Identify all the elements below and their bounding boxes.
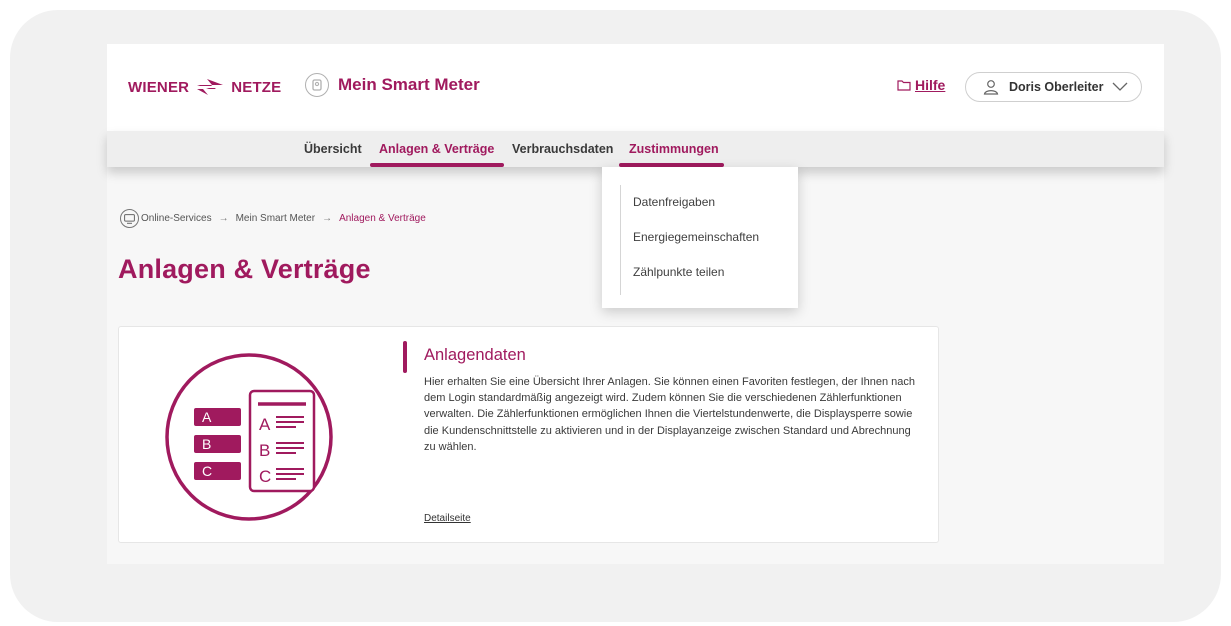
nav-item-anlagen-vertraege[interactable]: Anlagen & Verträge: [379, 142, 494, 156]
wiener-netze-logo[interactable]: WIENER NETZE: [128, 76, 281, 98]
header-bar: WIENER NETZE Mein Smart Meter Hilfe Dori…: [107, 44, 1164, 131]
doc-letter-a: A: [259, 415, 271, 434]
illustration-letter-c: C: [202, 463, 212, 479]
breadcrumb-item-current: Anlagen & Verträge: [339, 213, 426, 224]
logo-text-right: NETZE: [231, 78, 282, 96]
nav-item-verbrauchsdaten[interactable]: Verbrauchsdaten: [512, 142, 613, 156]
illustration-letter-a: A: [202, 409, 212, 425]
doc-letter-c: C: [259, 467, 271, 486]
card-accent-bar: [403, 341, 407, 373]
card-title: Anlagendaten: [424, 346, 526, 364]
breadcrumb: Online-Services → Mein Smart Meter → Anl…: [120, 209, 426, 228]
breadcrumb-item-online-services[interactable]: Online-Services: [141, 213, 212, 224]
contract-list-illustration-icon: A B C A B C: [165, 353, 333, 521]
chevron-down-icon: [1113, 82, 1128, 91]
dropdown-item-zaehlpunkte-teilen[interactable]: Zählpunkte teilen: [633, 265, 724, 279]
arrow-right-icon: →: [218, 213, 229, 224]
zustimmungen-dropdown: Datenfreigaben Energiegemeinschaften Zäh…: [602, 167, 798, 308]
card-description: Hier erhalten Sie eine Übersicht Ihrer A…: [424, 376, 916, 453]
user-name: Doris Oberleiter: [1009, 80, 1104, 94]
nav-item-uebersicht[interactable]: Übersicht: [304, 142, 362, 156]
arrow-right-icon: →: [322, 213, 333, 224]
nav-item-zustimmungen[interactable]: Zustimmungen: [629, 142, 719, 156]
help-label: Hilfe: [915, 77, 946, 93]
app-window: WIENER NETZE Mein Smart Meter Hilfe Dori…: [107, 44, 1164, 564]
dropdown-rail: [620, 185, 621, 295]
page-title: Anlagen & Verträge: [118, 254, 371, 284]
app-title[interactable]: Mein Smart Meter: [305, 73, 480, 97]
monitor-icon: [120, 209, 139, 228]
folder-icon: [897, 80, 911, 91]
dropdown-item-datenfreigaben[interactable]: Datenfreigaben: [633, 195, 715, 209]
nav-active-underline: [370, 163, 504, 167]
main-nav: Übersicht Anlagen & Verträge Verbrauchsd…: [107, 131, 1164, 167]
smart-meter-icon: [305, 73, 329, 97]
anlagendaten-card: A B C A B C Anlagendaten Hier erhalten S…: [118, 326, 939, 543]
help-link[interactable]: Hilfe: [897, 77, 945, 93]
user-menu-button[interactable]: Doris Oberleiter: [965, 72, 1142, 102]
illustration-letter-b: B: [202, 436, 211, 452]
doc-letter-b: B: [259, 441, 270, 460]
user-icon: [983, 80, 999, 95]
app-title-label: Mein Smart Meter: [338, 75, 480, 94]
detailseite-link[interactable]: Detailseite: [424, 513, 471, 524]
bolt-logo-icon: [195, 79, 226, 95]
breadcrumb-item-mein-smart-meter[interactable]: Mein Smart Meter: [236, 213, 315, 224]
dropdown-item-energiegemeinschaften[interactable]: Energiegemeinschaften: [633, 230, 759, 244]
logo-text-left: WIENER: [128, 78, 190, 96]
